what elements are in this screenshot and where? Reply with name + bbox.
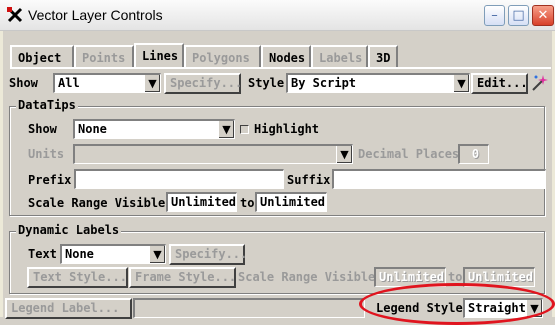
- datatips-show-select[interactable]: None ▼: [73, 119, 235, 139]
- dynamic-specify-button[interactable]: Specify...: [169, 244, 247, 265]
- tab-points[interactable]: Points: [74, 45, 134, 67]
- datatips-show-value: None: [78, 122, 107, 136]
- tab-labels[interactable]: Labels: [311, 45, 368, 67]
- style-select-value: By Script: [291, 76, 357, 90]
- tab-nodes[interactable]: Nodes: [261, 45, 311, 67]
- decimal-places-field[interactable]: 0: [458, 144, 489, 164]
- highlight-checkbox[interactable]: [240, 125, 249, 134]
- edit-button[interactable]: Edit...: [471, 73, 528, 94]
- style-select[interactable]: By Script ▼: [286, 73, 470, 93]
- minimize-button[interactable]: –: [484, 5, 505, 26]
- highlight-annotation: [359, 283, 555, 325]
- suffix-field[interactable]: [332, 169, 546, 189]
- show-select[interactable]: All ▼: [53, 73, 161, 93]
- datatips-legend: DataTips: [16, 98, 78, 112]
- datatips-to-label: to: [240, 196, 255, 210]
- vector-app-icon: [7, 7, 23, 23]
- show-label: Show: [9, 76, 38, 90]
- vector-layer-controls-window: Vector Layer Controls – □ ✕ Object Point…: [0, 0, 555, 325]
- dynamic-text-value: None: [65, 247, 94, 261]
- frame-style-button[interactable]: Frame Style...: [129, 267, 236, 288]
- dynamic-text-select[interactable]: None ▼: [60, 244, 166, 264]
- close-icon: ✕: [537, 8, 549, 23]
- tab-polygons[interactable]: Polygons: [184, 45, 261, 67]
- tab-3d[interactable]: 3D: [368, 45, 398, 67]
- prefix-field[interactable]: [74, 169, 284, 189]
- legend-label-field[interactable]: [133, 298, 365, 318]
- datatips-scale-to-field[interactable]: Unlimited: [255, 192, 327, 212]
- dynamic-scale-range-label: Scale Range Visible: [238, 270, 376, 284]
- lines-panel: Object Points Lines Polygons Nodes Label…: [3, 31, 552, 319]
- chevron-down-icon: ▼: [149, 246, 165, 263]
- suffix-label-text: Suffix: [287, 173, 331, 187]
- style-label: Style: [248, 76, 285, 90]
- legend-label-button[interactable]: Legend Label...: [5, 298, 132, 319]
- datatips-scale-from-field[interactable]: Unlimited: [166, 192, 237, 212]
- chevron-down-icon: ▼: [218, 121, 234, 138]
- units-select[interactable]: ▼: [73, 144, 353, 164]
- chevron-down-icon: ▼: [336, 146, 352, 163]
- text-style-button[interactable]: Text Style...: [27, 267, 128, 288]
- datatips-show-label: Show: [28, 122, 57, 136]
- show-select-value: All: [58, 76, 80, 90]
- dynamic-labels-legend: Dynamic Labels: [16, 223, 122, 237]
- highlight-label: Highlight: [254, 122, 320, 136]
- magic-wand-icon[interactable]: [530, 73, 548, 93]
- decimal-places-label: Decimal Places: [358, 147, 460, 161]
- tab-divider: [10, 67, 551, 69]
- datatips-scale-range-label: Scale Range Visible: [28, 196, 166, 210]
- title-bar[interactable]: Vector Layer Controls – □ ✕: [0, 0, 555, 31]
- window-title: Vector Layer Controls: [28, 7, 163, 23]
- minimize-icon: –: [491, 8, 498, 23]
- dynamic-to-label: to: [448, 270, 463, 284]
- prefix-label: Prefix: [28, 173, 72, 187]
- units-label: Units: [28, 147, 65, 161]
- text-label: Text: [28, 247, 57, 261]
- specify-button[interactable]: Specify...: [164, 73, 242, 94]
- tab-lines[interactable]: Lines: [134, 43, 184, 69]
- maximize-button[interactable]: □: [508, 5, 529, 26]
- chevron-down-icon: ▼: [453, 75, 469, 92]
- chevron-down-icon: ▼: [144, 75, 160, 92]
- tab-object[interactable]: Object: [10, 45, 74, 67]
- maximize-icon: □: [512, 8, 525, 23]
- close-button[interactable]: ✕: [532, 5, 554, 26]
